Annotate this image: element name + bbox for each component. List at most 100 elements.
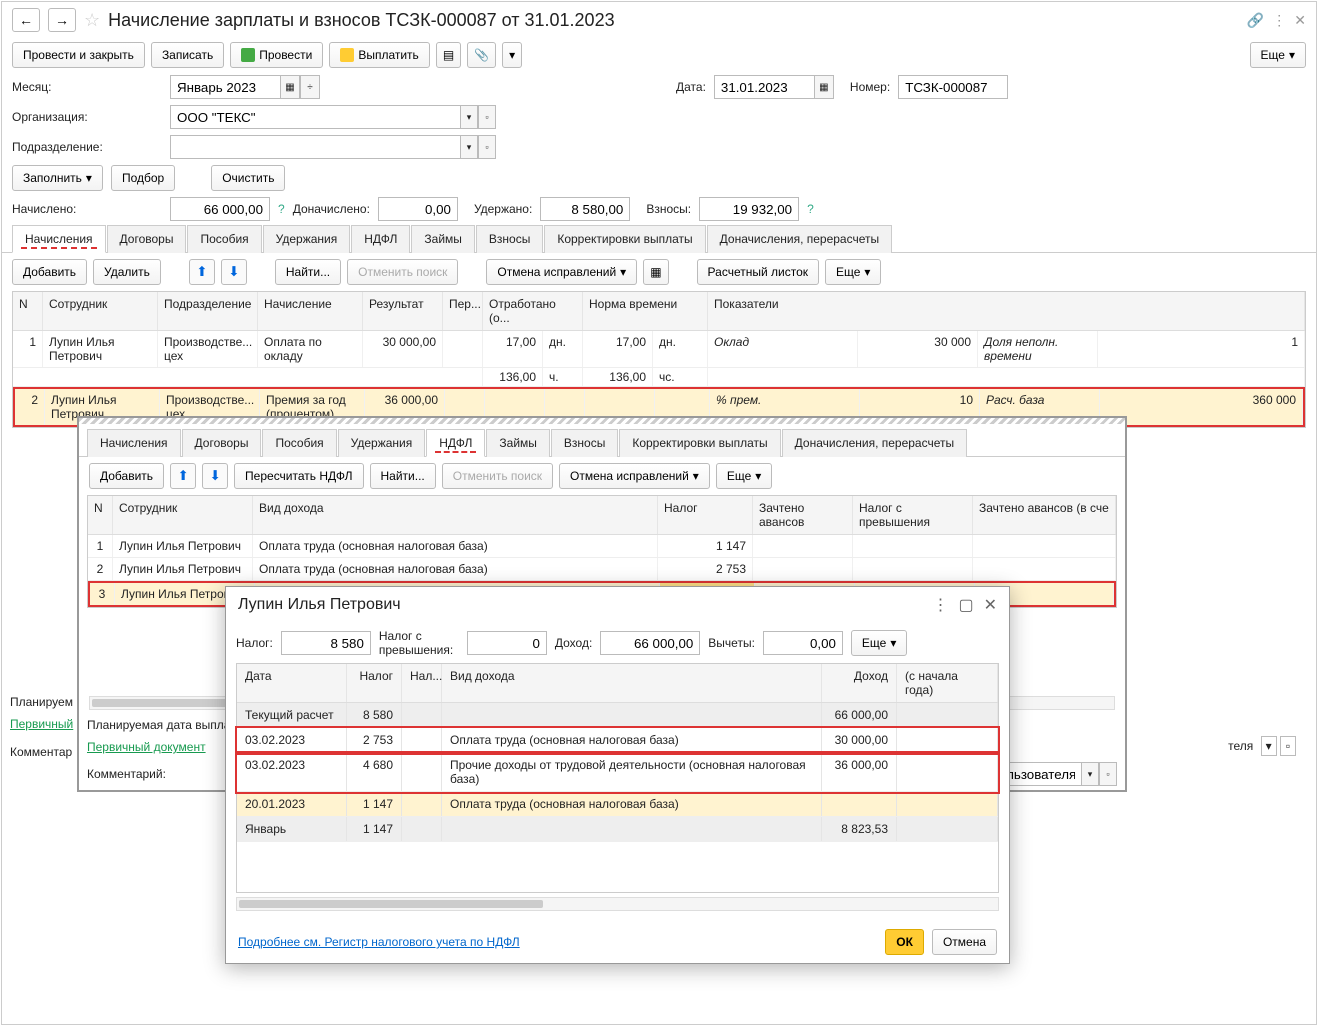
tab-1[interactable]: Договоры <box>107 225 187 253</box>
inner-down-button[interactable]: ⬇ <box>202 463 228 489</box>
mcol-tax[interactable]: Налог <box>347 664 402 702</box>
extra-icon-button[interactable]: ▾ <box>502 42 522 68</box>
select-button[interactable]: Подбор <box>111 165 175 191</box>
tab-2[interactable]: Пособия <box>187 225 261 253</box>
inner-tab-4[interactable]: НДФЛ <box>426 429 485 457</box>
modal-more-button[interactable]: Еще ▾ <box>851 630 907 656</box>
tab-0[interactable]: Начисления <box>12 225 106 253</box>
inner-tab-0[interactable]: Начисления <box>87 429 181 457</box>
sub-more-button[interactable]: Еще ▾ <box>825 259 881 285</box>
move-up-button[interactable]: ⬆ <box>189 259 215 285</box>
tab-4[interactable]: НДФЛ <box>351 225 410 253</box>
modal-detail-link[interactable]: Подробнее см. Регистр налогового учета п… <box>238 935 520 949</box>
col-res[interactable]: Результат <box>363 292 443 330</box>
partial-primary[interactable]: Первичный <box>10 713 73 735</box>
close-icon[interactable]: ✕ <box>1294 12 1306 29</box>
inner-cancel-find-button[interactable]: Отменить поиск <box>442 463 553 489</box>
date-input[interactable]: ▦ <box>714 75 834 99</box>
inner-recalc-button[interactable]: Пересчитать НДФЛ <box>234 463 363 489</box>
table-row[interactable]: 03.02.20234 680Прочие доходы от трудовой… <box>237 753 998 792</box>
add-button[interactable]: Добавить <box>12 259 87 285</box>
modal-max-icon[interactable]: ▢ <box>958 595 973 615</box>
col-n[interactable]: N <box>13 292 43 330</box>
modal-grid[interactable]: Дата Налог Нал... Вид дохода Доход (с на… <box>236 663 999 893</box>
table-row[interactable]: Текущий расчет8 58066 000,00 <box>237 703 998 728</box>
col-emp[interactable]: Сотрудник <box>43 292 158 330</box>
post-button[interactable]: Провести <box>230 42 323 68</box>
table-row[interactable]: 03.02.20232 753Оплата труда (основная на… <box>237 728 998 753</box>
modal-hscroll[interactable] <box>236 897 999 911</box>
link-icon[interactable]: 🔗 <box>1247 12 1264 29</box>
move-down-button[interactable]: ⬇ <box>221 259 247 285</box>
find-button[interactable]: Найти... <box>275 259 341 285</box>
table-row[interactable]: 2Лупин Илья ПетровичОплата труда (основн… <box>88 558 1116 581</box>
month-input[interactable]: ▦÷ <box>170 75 320 99</box>
col-per[interactable]: Пер... <box>443 292 483 330</box>
clear-button[interactable]: Очистить <box>211 165 285 191</box>
save-button[interactable]: Записать <box>151 42 224 68</box>
modal-menu-icon[interactable]: ⋮ <box>932 595 948 615</box>
accruals-grid[interactable]: N Сотрудник Подразделение Начисление Рез… <box>12 291 1306 428</box>
mcol-type[interactable]: Вид дохода <box>442 664 822 702</box>
modal-taxover-input[interactable] <box>467 631 547 655</box>
table-row[interactable]: 20.01.20231 147Оплата труда (основная на… <box>237 792 998 817</box>
inner-tab-1[interactable]: Договоры <box>182 429 262 457</box>
inner-more-button[interactable]: Еще ▾ <box>716 463 772 489</box>
cancel-fix-button[interactable]: Отмена исправлений ▾ <box>486 259 637 285</box>
table-row[interactable]: Январь1 1478 823,53 <box>237 817 998 842</box>
tab-8[interactable]: Доначисления, перерасчеты <box>707 225 892 253</box>
menu-icon[interactable]: ⋮ <box>1272 12 1286 29</box>
number-input[interactable] <box>898 75 1008 99</box>
icol-emp[interactable]: Сотрудник <box>113 496 253 534</box>
inner-primary-link[interactable]: Первичный документ <box>87 740 206 754</box>
tab-5[interactable]: Займы <box>411 225 475 253</box>
inner-tab-6[interactable]: Взносы <box>551 429 618 457</box>
table-row[interactable]: 1Лупин Илья ПетровичОплата труда (основн… <box>88 535 1116 558</box>
tab-3[interactable]: Удержания <box>263 225 351 253</box>
org-combo[interactable]: ▾▫ <box>170 105 496 129</box>
inner-tab-8[interactable]: Доначисления, перерасчеты <box>782 429 967 457</box>
icol-n[interactable]: N <box>88 496 113 534</box>
pay-button[interactable]: Выплатить <box>329 42 430 68</box>
modal-close-icon[interactable]: ✕ <box>984 595 997 615</box>
nav-back-button[interactable]: ← <box>12 8 40 32</box>
tab-7[interactable]: Корректировки выплаты <box>544 225 705 253</box>
mcol-nal[interactable]: Нал... <box>402 664 442 702</box>
inner-cancel-fix-button[interactable]: Отмена исправлений ▾ <box>559 463 710 489</box>
inner-tab-2[interactable]: Пособия <box>262 429 336 457</box>
modal-tax-input[interactable] <box>281 631 371 655</box>
payslip-button[interactable]: Расчетный листок <box>697 259 819 285</box>
col-worked[interactable]: Отработано (о... <box>483 292 583 330</box>
inner-add-button[interactable]: Добавить <box>89 463 164 489</box>
col-ind[interactable]: Показатели <box>708 292 1305 330</box>
report-icon-button[interactable]: ▤ <box>436 42 461 68</box>
icol-type[interactable]: Вид дохода <box>253 496 658 534</box>
grid-settings-button[interactable]: ▦ <box>643 259 668 285</box>
nav-fwd-button[interactable]: → <box>48 8 76 32</box>
col-dept[interactable]: Подразделение <box>158 292 258 330</box>
inner-tab-7[interactable]: Корректировки выплаты <box>619 429 780 457</box>
more-button[interactable]: Еще ▾ <box>1250 42 1306 68</box>
table-row[interactable]: 1Лупин Илья ПетровичПроизводстве... цехО… <box>13 331 1305 368</box>
mcol-income[interactable]: Доход <box>822 664 897 702</box>
modal-cancel-button[interactable]: Отмена <box>932 929 997 955</box>
fill-button[interactable]: Заполнить ▾ <box>12 165 103 191</box>
inner-tab-3[interactable]: Удержания <box>338 429 426 457</box>
delete-button[interactable]: Удалить <box>93 259 161 285</box>
col-norm[interactable]: Норма времени <box>583 292 708 330</box>
inner-up-button[interactable]: ⬆ <box>170 463 196 489</box>
dept-combo[interactable]: ▾▫ <box>170 135 496 159</box>
mcol-date[interactable]: Дата <box>237 664 347 702</box>
mcol-ytd[interactable]: (с начала года) <box>897 664 998 702</box>
col-acc[interactable]: Начисление <box>258 292 363 330</box>
help-icon[interactable]: ? <box>278 202 285 216</box>
tab-6[interactable]: Взносы <box>476 225 543 253</box>
icol-tax[interactable]: Налог <box>658 496 753 534</box>
cancel-find-button[interactable]: Отменить поиск <box>347 259 458 285</box>
inner-find-button[interactable]: Найти... <box>370 463 436 489</box>
icol-adv2[interactable]: Зачтено авансов (в сче <box>973 496 1116 534</box>
attach-icon-button[interactable]: 📎 <box>467 42 496 68</box>
icol-over[interactable]: Налог с превышения <box>853 496 973 534</box>
post-close-button[interactable]: Провести и закрыть <box>12 42 145 68</box>
help-icon-2[interactable]: ? <box>807 202 814 216</box>
